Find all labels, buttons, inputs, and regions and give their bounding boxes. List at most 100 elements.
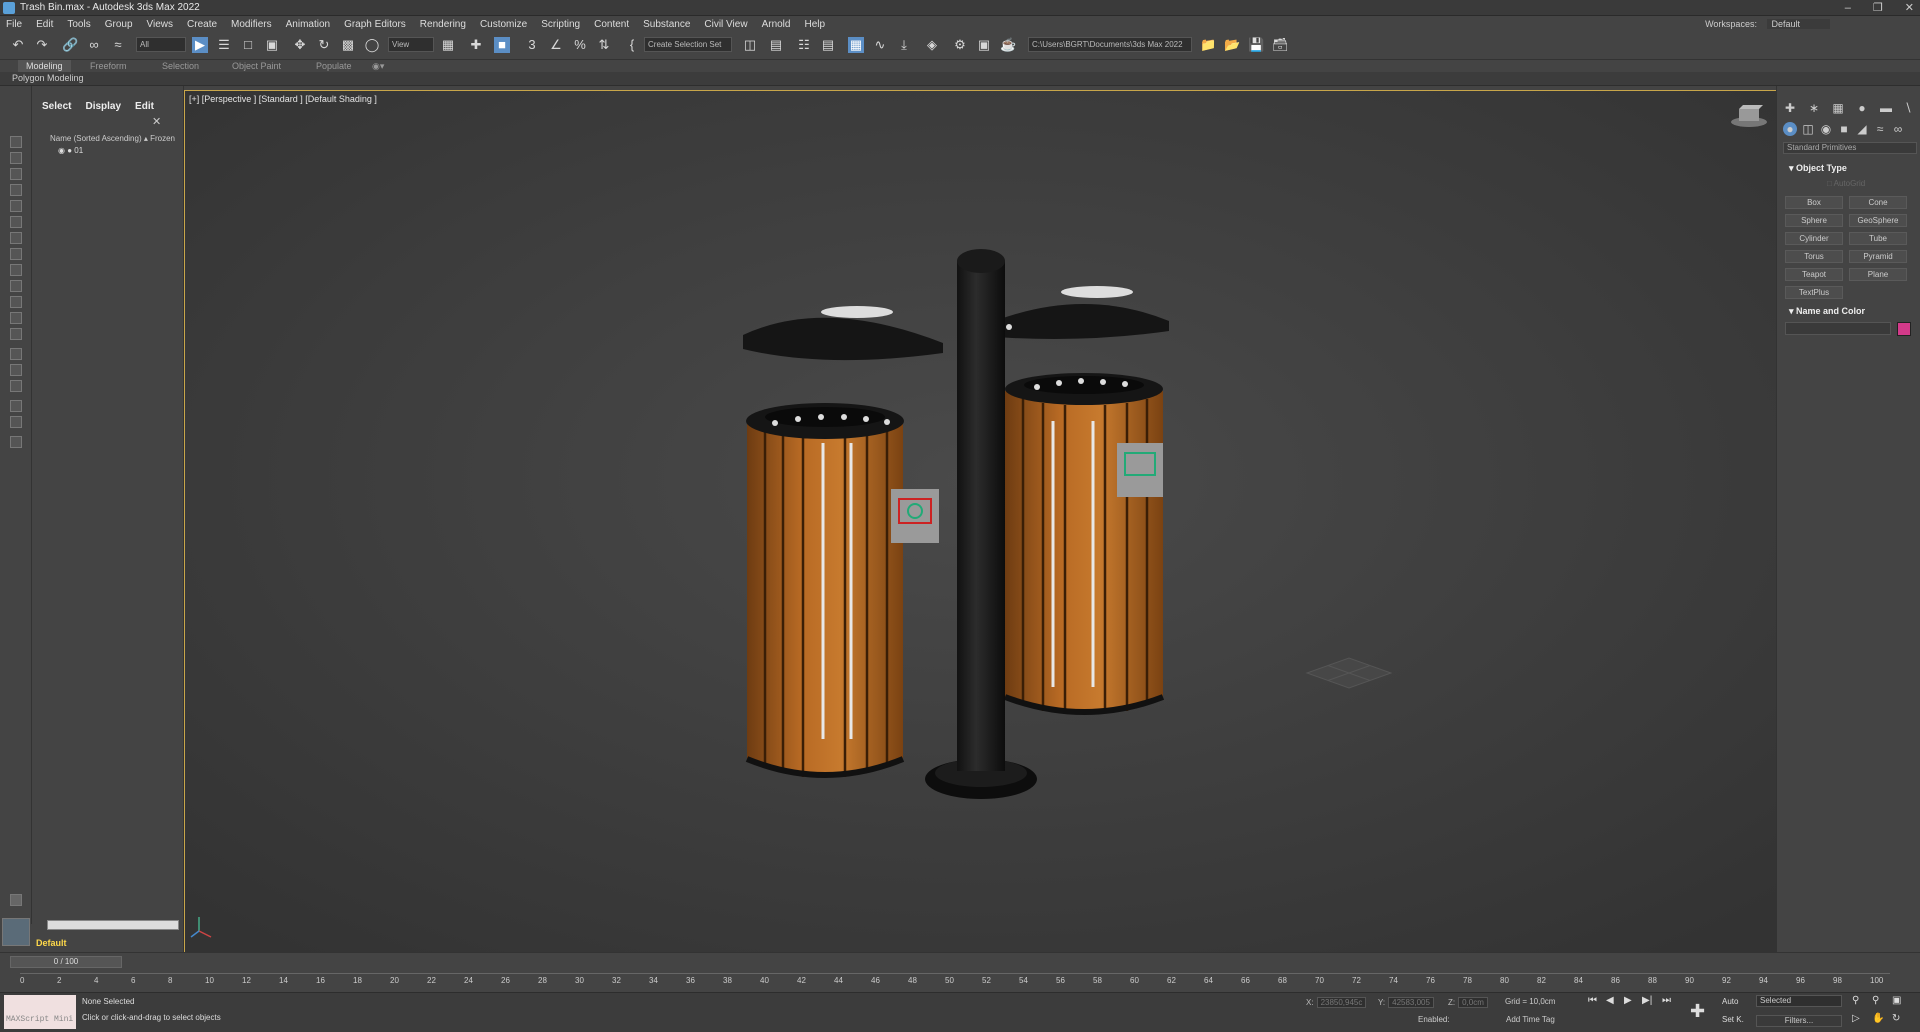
eye-icon[interactable]: ◉ bbox=[58, 146, 65, 155]
previous-frame-icon[interactable]: ◀ bbox=[1606, 995, 1614, 1006]
textplus-button[interactable]: TextPlus bbox=[1785, 286, 1843, 299]
window-crossing-icon[interactable]: ▣ bbox=[264, 37, 280, 53]
close-icon[interactable]: ✕ bbox=[1905, 0, 1914, 16]
menu-file[interactable]: File bbox=[6, 19, 22, 30]
render-setup-icon[interactable]: ⚙ bbox=[952, 37, 968, 53]
pivot-center-icon[interactable]: ▦ bbox=[440, 37, 456, 53]
box-button[interactable]: Box bbox=[1785, 196, 1843, 209]
display-spacewarps-icon[interactable] bbox=[10, 248, 22, 260]
undo-icon[interactable]: ↶ bbox=[10, 37, 26, 53]
display-groups-icon[interactable] bbox=[10, 264, 22, 276]
display-bones-icon[interactable] bbox=[10, 296, 22, 308]
cylinder-button[interactable]: Cylinder bbox=[1785, 232, 1843, 245]
close-icon[interactable]: ✕ bbox=[152, 115, 161, 128]
project-path-dropdown[interactable]: C:\Users\BGRT\Documents\3ds Max 2022 bbox=[1028, 37, 1192, 52]
shapes-icon[interactable]: ◫ bbox=[1801, 122, 1815, 136]
next-frame-icon[interactable]: ▶| bbox=[1642, 995, 1652, 1006]
material-editor-icon[interactable]: ◈ bbox=[924, 37, 940, 53]
percent-snap-icon[interactable]: % bbox=[572, 37, 588, 53]
orbit-icon[interactable]: ↻ bbox=[1892, 1013, 1900, 1024]
display-lights-icon[interactable] bbox=[10, 200, 22, 212]
menu-content[interactable]: Content bbox=[594, 19, 629, 30]
project-folder-icon[interactable]: 📁 bbox=[1200, 37, 1216, 53]
reference-coordinate-dropdown[interactable]: View bbox=[388, 37, 434, 52]
create-tab-icon[interactable]: ✚ bbox=[1783, 101, 1797, 115]
motion-tab-icon[interactable]: ● bbox=[1855, 101, 1869, 115]
menu-rendering[interactable]: Rendering bbox=[420, 19, 466, 30]
tab-freeform[interactable]: Freeform bbox=[90, 60, 127, 72]
go-to-end-icon[interactable]: ⏭ bbox=[1662, 995, 1671, 1006]
key-filters-button[interactable]: Filters... bbox=[1756, 1015, 1842, 1027]
workspace-selector[interactable]: Workspaces: Default bbox=[1705, 19, 1830, 29]
tab-display[interactable]: Display bbox=[85, 101, 121, 112]
tab-populate[interactable]: Populate bbox=[316, 60, 352, 72]
display-cameras-icon[interactable] bbox=[10, 216, 22, 228]
tube-button[interactable]: Tube bbox=[1849, 232, 1907, 245]
z-value[interactable]: 0,0cm bbox=[1458, 997, 1488, 1008]
render-teapot-icon[interactable]: ☕ bbox=[1000, 37, 1016, 53]
tab-edit[interactable]: Edit bbox=[135, 101, 154, 112]
time-slider[interactable]: 0 / 100 bbox=[10, 956, 122, 968]
teapot-button[interactable]: Teapot bbox=[1785, 268, 1843, 281]
layer-name-field[interactable] bbox=[47, 920, 179, 930]
pan-icon[interactable]: ✋ bbox=[1872, 1013, 1884, 1024]
save-folder-icon[interactable]: 💾 bbox=[1248, 37, 1264, 53]
restore-icon[interactable]: ❐ bbox=[1873, 0, 1883, 16]
scale-icon[interactable]: ▩ bbox=[340, 37, 356, 53]
object-name-field[interactable] bbox=[1785, 322, 1891, 335]
mirror-icon[interactable]: ◫ bbox=[742, 37, 758, 53]
y-coordinate[interactable]: Y: 42583,005 bbox=[1378, 997, 1434, 1008]
keyboard-shortcut-override-icon[interactable]: ■ bbox=[494, 37, 510, 53]
utilities-tab-icon[interactable]: ∖ bbox=[1901, 101, 1915, 115]
menu-graph-editors[interactable]: Graph Editors bbox=[344, 19, 406, 30]
ribbon-options-icon[interactable]: ◉▾ bbox=[372, 60, 384, 72]
menu-scripting[interactable]: Scripting bbox=[541, 19, 580, 30]
track-bar[interactable]: 0 2 4 6 8 10 12 14 16 18 20 22 24 26 28 30 32 34 36 38 40 42 4… bbox=[20, 973, 1890, 991]
select-object-icon[interactable]: ▶ bbox=[192, 37, 208, 53]
menu-civil-view[interactable]: Civil View bbox=[704, 19, 747, 30]
invert-display-icon[interactable] bbox=[10, 380, 22, 392]
menu-views[interactable]: Views bbox=[147, 19, 174, 30]
menu-modifiers[interactable]: Modifiers bbox=[231, 19, 272, 30]
viewport-layout-icon[interactable] bbox=[2, 918, 30, 946]
display-none-icon[interactable] bbox=[10, 136, 22, 148]
layer-icon[interactable] bbox=[10, 436, 22, 448]
minimize-icon[interactable]: – bbox=[1845, 0, 1851, 16]
key-filter-dropdown[interactable]: Selected bbox=[1756, 995, 1842, 1007]
modify-tab-icon[interactable]: ∗ bbox=[1807, 101, 1821, 115]
ribbon-subtitle[interactable]: Polygon Modeling bbox=[12, 73, 84, 83]
spacewarps-icon[interactable]: ≈ bbox=[1873, 122, 1887, 136]
workspace-value[interactable]: Default bbox=[1767, 19, 1830, 29]
list-item[interactable]: ◉ ● 01 bbox=[58, 146, 83, 155]
set-key-button[interactable]: Set K. bbox=[1722, 1015, 1744, 1024]
display-all-icon[interactable] bbox=[10, 152, 22, 164]
redo-icon[interactable]: ↷ bbox=[34, 37, 50, 53]
lights-icon[interactable]: ◉ bbox=[1819, 122, 1833, 136]
rect-selection-icon[interactable]: □ bbox=[240, 37, 256, 53]
placement-icon[interactable]: ◯ bbox=[364, 37, 380, 53]
bind-spacewarp-icon[interactable]: ≈ bbox=[110, 37, 126, 53]
primitive-category-dropdown[interactable]: Standard Primitives bbox=[1783, 142, 1917, 154]
play-icon[interactable]: ▶ bbox=[1624, 995, 1632, 1006]
display-all-toggle-icon[interactable] bbox=[10, 364, 22, 376]
menu-arnold[interactable]: Arnold bbox=[762, 19, 791, 30]
display-helpers-icon[interactable] bbox=[10, 232, 22, 244]
column-header[interactable]: Name (Sorted Ascending) ▴ Frozen bbox=[50, 134, 175, 143]
curve-editor-icon[interactable]: ∿ bbox=[872, 37, 888, 53]
display-shapes-icon[interactable] bbox=[10, 184, 22, 196]
funnel-icon[interactable] bbox=[10, 416, 22, 428]
menu-animation[interactable]: Animation bbox=[286, 19, 330, 30]
tab-object-paint[interactable]: Object Paint bbox=[232, 60, 281, 72]
expand-arrow-icon[interactable] bbox=[10, 894, 22, 906]
auto-key-button[interactable]: Auto bbox=[1722, 997, 1738, 1006]
display-tab-icon[interactable]: ▬ bbox=[1879, 101, 1893, 115]
name-and-color-rollout[interactable]: ▾ Name and Color bbox=[1789, 306, 1865, 317]
display-xrefs-icon[interactable] bbox=[10, 280, 22, 292]
helpers-icon[interactable]: ◢ bbox=[1855, 122, 1869, 136]
go-to-start-icon[interactable]: ⏮ bbox=[1588, 995, 1597, 1006]
key-icon[interactable]: ✚ bbox=[1690, 1001, 1705, 1022]
field-of-view-icon[interactable]: ▷ bbox=[1852, 1013, 1860, 1024]
tab-select[interactable]: Select bbox=[42, 101, 71, 112]
zoom-icon[interactable]: ⚲ bbox=[1852, 995, 1859, 1006]
torus-button[interactable]: Torus bbox=[1785, 250, 1843, 263]
